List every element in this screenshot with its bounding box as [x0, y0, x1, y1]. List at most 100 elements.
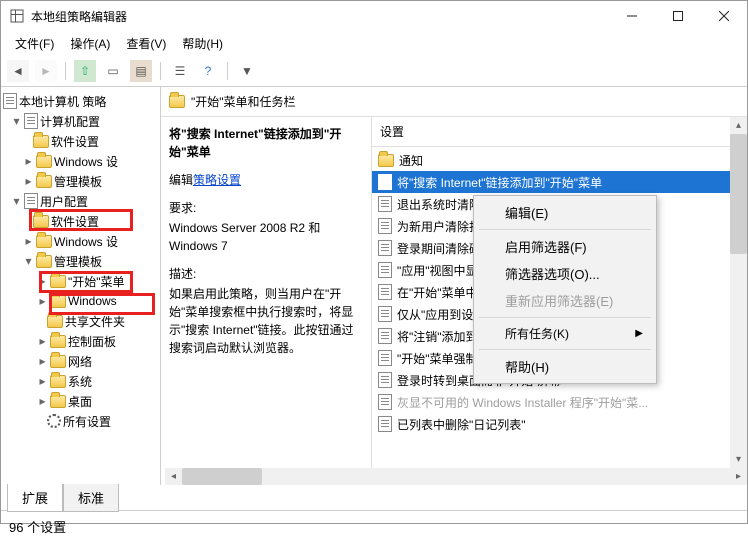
folder-icon: [47, 315, 63, 328]
menu-action[interactable]: 操作(A): [64, 33, 116, 54]
ctx-all-tasks[interactable]: 所有任务(K)▶: [477, 321, 653, 346]
policy-icon: [378, 262, 392, 278]
folder-icon: [33, 135, 49, 148]
expander-icon[interactable]: ▸: [23, 156, 34, 167]
expander-icon[interactable]: ▾: [23, 256, 34, 267]
policy-icon: [378, 196, 392, 212]
tree-item[interactable]: ▸控制面板: [1, 331, 160, 351]
content-pane: "开始"菜单和任务栏 将"搜索 Internet"链接添加到"开始"菜单 编辑策…: [161, 87, 747, 485]
expander-icon[interactable]: ▸: [37, 396, 48, 407]
list-item-disabled[interactable]: 灰显不可用的 Windows Installer 程序"开始"菜...: [372, 391, 747, 413]
menu-view[interactable]: 查看(V): [120, 33, 172, 54]
edit-policy-link[interactable]: 策略设置: [193, 173, 241, 187]
config-icon: [24, 113, 38, 129]
expander-icon[interactable]: ▸: [37, 276, 48, 287]
ctx-edit[interactable]: 编辑(E): [477, 199, 653, 226]
folder-icon: [50, 335, 66, 348]
tree-item[interactable]: ▸Windows: [1, 291, 160, 311]
policy-icon: [378, 240, 392, 256]
expander-icon[interactable]: ▾: [11, 116, 22, 127]
expander-icon[interactable]: ▸: [37, 336, 48, 347]
back-button[interactable]: ◄: [7, 60, 29, 82]
tree-item[interactable]: ▸Windows 设: [1, 231, 160, 251]
expander-icon[interactable]: ▾: [11, 196, 22, 207]
folder-icon: [50, 375, 66, 388]
tree-item[interactable]: ▸桌面: [1, 391, 160, 411]
separator: [65, 62, 66, 80]
separator: [479, 349, 651, 350]
list-column-header[interactable]: 设置: [372, 117, 747, 147]
policy-icon: [378, 372, 392, 388]
content-header: "开始"菜单和任务栏: [161, 87, 747, 117]
folder-icon: [36, 255, 52, 268]
tree-user-config[interactable]: ▾用户配置: [1, 191, 160, 211]
tree-computer-config[interactable]: ▾计算机配置: [1, 111, 160, 131]
scroll-thumb[interactable]: [730, 134, 747, 254]
expander-icon[interactable]: ▸: [23, 236, 34, 247]
tree-admin-templates[interactable]: ▾管理模板: [1, 251, 160, 271]
properties-button[interactable]: ☰: [169, 60, 191, 82]
scroll-up-icon[interactable]: ▴: [730, 117, 747, 134]
navigation-tree[interactable]: 本地计算机 策略 ▾计算机配置 软件设置 ▸Windows 设 ▸管理模板 ▾用…: [1, 87, 161, 485]
scroll-right-icon[interactable]: ▸: [730, 468, 747, 485]
tree-item[interactable]: 软件设置: [1, 131, 160, 151]
ctx-filter-options[interactable]: 筛选器选项(O)...: [477, 260, 653, 287]
export-button[interactable]: ▤: [130, 60, 152, 82]
policy-icon: [378, 174, 392, 190]
tab-standard[interactable]: 标准: [63, 484, 119, 512]
context-menu: 编辑(E) 启用筛选器(F) 筛选器选项(O)... 重新应用筛选器(E) 所有…: [473, 195, 657, 384]
tree-all-settings[interactable]: 所有设置: [1, 411, 160, 431]
title-bar: 本地组策略编辑器: [1, 1, 747, 31]
show-hide-button[interactable]: ▭: [102, 60, 124, 82]
tree-root[interactable]: 本地计算机 策略: [1, 91, 160, 111]
filter-button[interactable]: ▼: [236, 60, 258, 82]
submenu-arrow-icon: ▶: [635, 328, 643, 339]
tree-start-menu[interactable]: ▸"开始"菜单: [1, 271, 160, 291]
menu-help[interactable]: 帮助(H): [176, 33, 229, 54]
tree-item[interactable]: ▸Windows 设: [1, 151, 160, 171]
vertical-scrollbar[interactable]: ▴▾: [730, 117, 747, 468]
maximize-button[interactable]: [655, 1, 701, 31]
scroll-thumb[interactable]: [182, 468, 262, 485]
list-item[interactable]: 已列表中删除"日记列表": [372, 413, 747, 435]
ctx-help[interactable]: 帮助(H): [477, 353, 653, 380]
ctx-enable-filter[interactable]: 启用筛选器(F): [477, 233, 653, 260]
policy-icon: [378, 416, 392, 432]
list-folder[interactable]: 通知: [372, 149, 747, 171]
tree-item[interactable]: 软件设置: [1, 211, 160, 231]
forward-button: ►: [35, 60, 57, 82]
menu-file[interactable]: 文件(F): [9, 33, 60, 54]
tree-item[interactable]: ▸管理模板: [1, 171, 160, 191]
policy-icon: [3, 93, 17, 109]
policy-icon: [378, 284, 392, 300]
folder-icon: [50, 395, 66, 408]
folder-icon: [33, 215, 49, 228]
description-text: 如果启用此策略，则当用户在"开始"菜单搜索框中执行搜索时，将显示"搜索 Inte…: [169, 285, 361, 357]
expander-icon[interactable]: ▸: [37, 376, 48, 387]
expander-icon[interactable]: ▸: [37, 296, 48, 307]
tab-extended[interactable]: 扩展: [7, 484, 63, 512]
minimize-button[interactable]: [609, 1, 655, 31]
close-button[interactable]: [701, 1, 747, 31]
horizontal-scrollbar[interactable]: ◂ ▸: [165, 468, 747, 485]
gear-icon: [47, 414, 61, 428]
ctx-reapply-filter: 重新应用筛选器(E): [477, 287, 653, 314]
expander-icon[interactable]: ▸: [37, 356, 48, 367]
tree-item[interactable]: ▸系统: [1, 371, 160, 391]
list-item-selected[interactable]: 将"搜索 Internet"链接添加到"开始"菜单: [372, 171, 747, 193]
scroll-left-icon[interactable]: ◂: [165, 468, 182, 485]
tree-item[interactable]: 共享文件夹: [1, 311, 160, 331]
folder-icon: [36, 175, 52, 188]
folder-icon: [50, 295, 66, 308]
expander-icon[interactable]: ▸: [23, 176, 34, 187]
status-bar: 96 个设置: [1, 510, 747, 542]
menu-bar: 文件(F) 操作(A) 查看(V) 帮助(H): [1, 31, 747, 58]
policy-icon: [378, 394, 392, 410]
tree-item[interactable]: ▸网络: [1, 351, 160, 371]
help-toolbar-button[interactable]: ?: [197, 60, 219, 82]
policy-title: 将"搜索 Internet"链接添加到"开始"菜单: [169, 125, 361, 161]
description-label: 描述:: [169, 265, 361, 283]
up-button[interactable]: ⇧: [74, 60, 96, 82]
folder-icon: [50, 275, 66, 288]
scroll-down-icon[interactable]: ▾: [730, 451, 747, 468]
